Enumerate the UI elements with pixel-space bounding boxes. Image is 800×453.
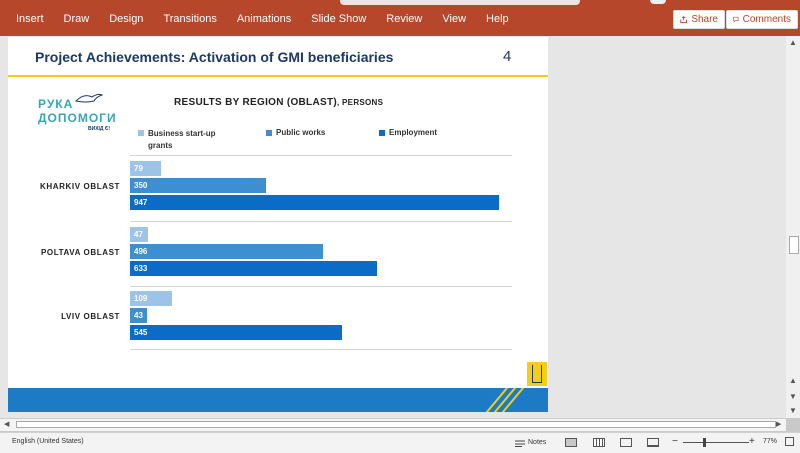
bar-employment (130, 195, 499, 210)
chart-title: RESULTS BY REGION (OBLAST), PERSONS (174, 97, 383, 108)
bar-value-label: 496 (134, 247, 148, 256)
gridline (130, 155, 512, 156)
notes-label: Notes (528, 439, 547, 446)
bar-value-label: 43 (134, 311, 143, 320)
logo-line-1: РУКА (38, 97, 74, 111)
status-bar: English (United States) Notes − + 77% (0, 432, 800, 453)
slide-show-icon (647, 438, 659, 447)
comments-label: Comments (742, 14, 791, 25)
category-label: LVIV OBLAST (61, 312, 120, 321)
notes-button[interactable]: Notes (515, 436, 546, 449)
ribbon-tabs: Insert Draw Design Transitions Animation… (0, 6, 519, 32)
horizontal-scroll-thumb[interactable] (16, 421, 776, 428)
slide-sorter-icon (593, 438, 605, 447)
ukraine-emblem (527, 362, 547, 386)
legend-label-public-works: Public works (276, 128, 326, 137)
bar-value-label: 79 (134, 164, 143, 173)
scroll-left-icon[interactable]: ◀ (4, 420, 9, 428)
ribbon: Insert Draw Design Transitions Animation… (0, 0, 800, 36)
scroll-up-icon[interactable]: ▲ (789, 38, 797, 47)
slide-canvas[interactable]: Project Achievements: Activation of GMI … (8, 37, 548, 412)
reading-view-icon (620, 438, 632, 447)
tab-review[interactable]: Review (376, 13, 432, 25)
notes-icon (515, 440, 525, 447)
bar-employment (130, 261, 377, 276)
tab-animations[interactable]: Animations (227, 13, 301, 25)
share-button[interactable]: Share (673, 10, 725, 29)
comments-button[interactable]: Comments (726, 10, 798, 29)
bar-public-works (130, 178, 267, 193)
chart-title-suffix: , PERSONS (337, 98, 384, 107)
horizontal-scrollbar[interactable]: ◀ ▶ (0, 418, 786, 431)
gridline (130, 349, 512, 350)
bar-value-label: 545 (134, 328, 148, 337)
bar-value-label: 109 (134, 294, 148, 303)
slide-title: Project Achievements: Activation of GMI … (35, 49, 394, 65)
tab-slide-show[interactable]: Slide Show (301, 13, 376, 25)
zoom-slider-track[interactable] (683, 442, 749, 443)
gridline (130, 286, 512, 287)
gridline (130, 221, 512, 222)
logo-line-2: ДОПОМОГИ (38, 111, 117, 125)
slide-footer-band (8, 388, 548, 412)
scroll-up-page-icon[interactable]: ▲ (789, 376, 797, 385)
vertical-scrollbar[interactable]: ▲ ▲ ▼ ▼ (786, 36, 800, 418)
scroll-right-icon[interactable]: ▶ (776, 420, 781, 428)
fit-to-window-icon[interactable] (785, 437, 794, 446)
bar-public-works (130, 244, 324, 259)
legend-label-employment: Employment (389, 128, 438, 137)
language-status[interactable]: English (United States) (12, 438, 84, 445)
legend-item-business: Business start-up grants (138, 128, 234, 152)
normal-view-icon (565, 438, 577, 447)
trident-icon (532, 365, 542, 383)
category-label: KHARKIV OBLAST (40, 182, 120, 191)
avatar[interactable] (650, 0, 666, 4)
legend-swatch-business (138, 130, 144, 136)
tab-insert[interactable]: Insert (0, 13, 54, 25)
title-search-box[interactable] (340, 0, 580, 5)
zoom-in-button[interactable]: + (749, 436, 755, 447)
vertical-scroll-thumb[interactable] (789, 236, 799, 254)
category-label: POLTAVA OBLAST (40, 248, 120, 257)
bar-value-label: 947 (134, 198, 148, 207)
tab-help[interactable]: Help (476, 13, 519, 25)
reading-view-button[interactable] (620, 436, 632, 449)
normal-view-button[interactable] (565, 436, 577, 449)
scroll-down-icon[interactable]: ▼ (789, 406, 797, 415)
tab-view[interactable]: View (432, 13, 476, 25)
chart-title-main: RESULTS BY REGION (OBLAST) (174, 97, 337, 108)
bird-logo-icon (74, 93, 104, 103)
logo: РУКА ДОПОМОГИ ВИХІД Є! (38, 93, 118, 137)
logo-line-3: ВИХІД Є! (88, 126, 111, 132)
scroll-down-page-icon[interactable]: ▼ (789, 392, 797, 401)
bar-value-label: 633 (134, 264, 148, 273)
tab-draw[interactable]: Draw (54, 13, 100, 25)
tab-transitions[interactable]: Transitions (153, 13, 226, 25)
share-icon (680, 15, 688, 23)
slide-number: 4 (503, 48, 512, 65)
legend-item-employment: Employment (379, 128, 437, 137)
slide-sorter-button[interactable] (593, 436, 605, 449)
bar-employment (130, 325, 343, 340)
legend-swatch-public-works (266, 130, 272, 136)
title-underline (8, 75, 548, 77)
tab-design[interactable]: Design (99, 13, 153, 25)
bar-value-label: 47 (134, 230, 143, 239)
legend-label-business: Business start-up grants (148, 129, 216, 150)
slide-show-button[interactable] (647, 436, 659, 449)
bar-value-label: 350 (134, 181, 148, 190)
share-label: Share (691, 14, 718, 25)
legend-swatch-employment (379, 130, 385, 136)
zoom-out-button[interactable]: − (672, 436, 678, 447)
zoom-slider-thumb[interactable] (703, 438, 706, 447)
zoom-level[interactable]: 77% (763, 438, 777, 445)
comment-icon (733, 16, 739, 23)
legend-item-public-works: Public works (266, 128, 325, 137)
